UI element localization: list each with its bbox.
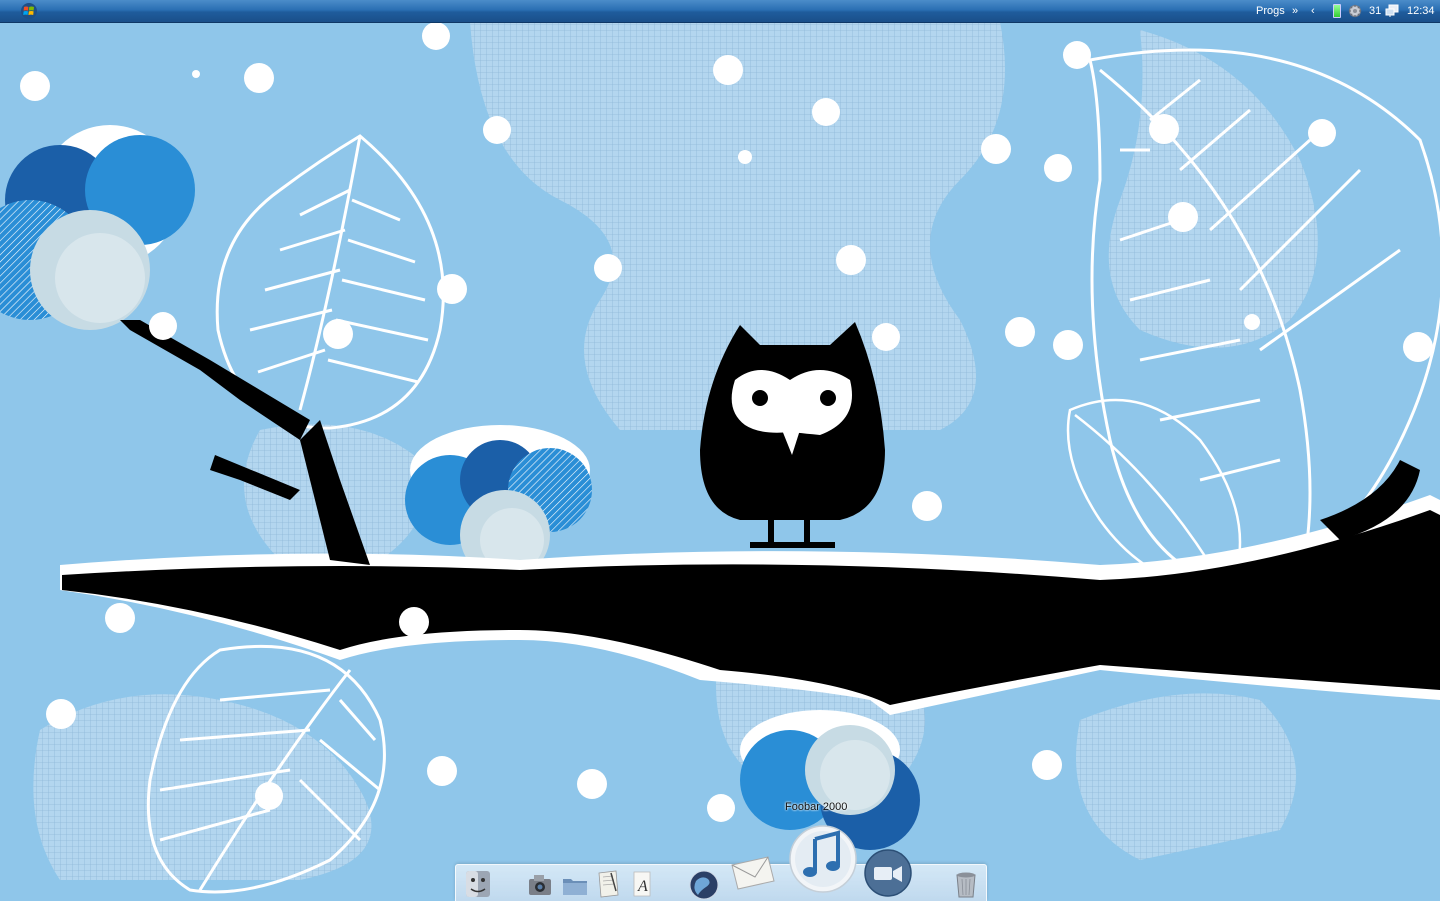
collapse-chevron-icon[interactable]: ‹ <box>1311 4 1315 18</box>
svg-text:A: A <box>637 878 648 895</box>
globe-icon[interactable] <box>688 869 720 901</box>
video-icon[interactable] <box>862 847 914 899</box>
font-icon[interactable]: A <box>628 869 656 899</box>
network-icon[interactable] <box>1385 4 1399 18</box>
clock[interactable]: 12:34 <box>1407 4 1435 18</box>
dock-tooltip: Foobar 2000 <box>785 801 848 813</box>
expand-chevron-icon[interactable]: » <box>1292 4 1298 18</box>
mail-icon[interactable] <box>728 847 778 897</box>
music-icon[interactable] <box>788 819 858 899</box>
finder-icon[interactable] <box>464 869 492 899</box>
trash-icon[interactable] <box>952 869 980 899</box>
camera-icon[interactable] <box>526 871 556 899</box>
progs-menu[interactable]: Progs <box>1256 4 1285 18</box>
battery-icon[interactable] <box>1333 4 1341 18</box>
folder-icon[interactable] <box>560 871 590 899</box>
gear-icon[interactable] <box>1348 4 1362 18</box>
start-logo-icon[interactable] <box>20 2 38 20</box>
desktop-wallpaper <box>0 22 1440 900</box>
dock: A <box>455 825 987 901</box>
date-label[interactable]: 31 <box>1369 4 1381 18</box>
notes-icon[interactable] <box>594 869 622 899</box>
taskbar: Progs » ‹ 31 12:34 <box>0 0 1440 23</box>
